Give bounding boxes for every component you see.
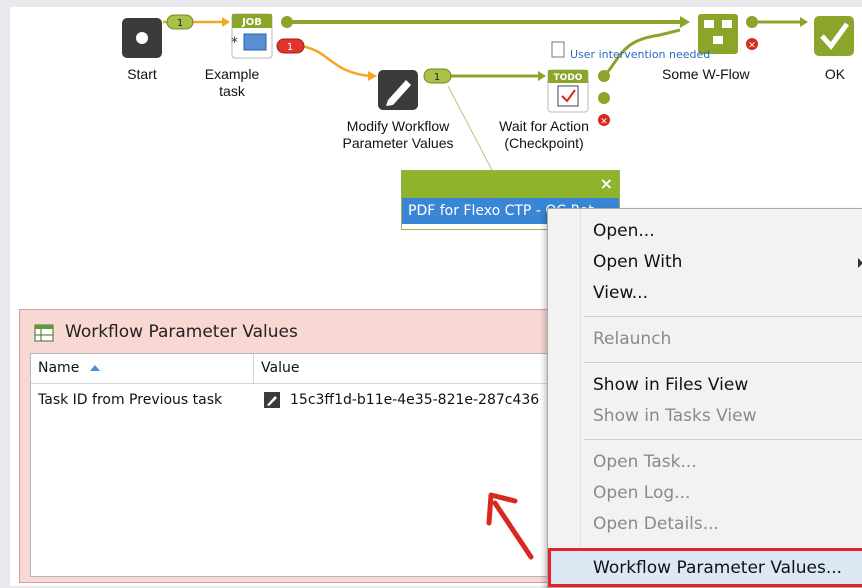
column-header-value[interactable]: Value — [261, 360, 299, 376]
submenu-arrow-icon — [858, 258, 862, 268]
arrowhead-modify-wait — [538, 71, 546, 81]
port-wait-out-2 — [598, 92, 610, 104]
wait-label: Wait for Action (Checkpoint) — [499, 118, 589, 151]
count-job-error: 1 — [287, 42, 293, 53]
asterisk-icon: * — [231, 35, 238, 51]
job-file-icon — [243, 33, 267, 51]
menu-item-show-files-view[interactable]: Show in Files View — [593, 375, 748, 395]
sort-ascending-icon — [90, 365, 100, 371]
arrowhead-wflow-ok — [800, 17, 808, 27]
job-badge: JOB — [241, 17, 262, 28]
checklist-icon — [557, 85, 579, 107]
menu-separator — [584, 316, 862, 317]
popup-close-icon[interactable]: × — [600, 174, 613, 194]
menu-item-open[interactable]: Open... — [593, 221, 655, 241]
grid-header: Name Value — [31, 354, 571, 384]
ok-label: OK — [824, 66, 846, 82]
column-divider[interactable] — [253, 354, 254, 383]
red-pointer-arrow-icon — [486, 492, 534, 560]
context-menu: Open... Open With View... Relaunch Show … — [547, 208, 862, 588]
count-modify-wait: 1 — [434, 72, 440, 83]
menu-gutter — [580, 209, 581, 587]
arrowhead-job-wflow — [680, 16, 690, 28]
edit-value-icon — [264, 392, 280, 408]
menu-item-open-log: Open Log... — [593, 483, 691, 503]
menu-separator — [584, 362, 862, 363]
menu-item-open-details: Open Details... — [593, 514, 719, 534]
count-start-job: 1 — [177, 18, 183, 29]
svg-text:✕: ✕ — [748, 41, 756, 51]
some-wflow-label: Some W-Flow — [662, 66, 750, 82]
todo-badge: TODO — [554, 73, 583, 83]
port-wflow-out — [746, 16, 758, 28]
column-header-name[interactable]: Name — [38, 360, 79, 376]
ok-node-icon — [814, 16, 854, 56]
connector-job-modify — [299, 44, 371, 78]
cell-parameter-name: Task ID from Previous task — [38, 392, 223, 408]
menu-item-relaunch: Relaunch — [593, 329, 672, 349]
example-task-label: Example task — [204, 66, 260, 99]
parameter-table-icon — [34, 324, 54, 342]
arrowhead-job-modify — [368, 71, 377, 81]
document-icon — [551, 41, 565, 58]
menu-separator — [584, 439, 862, 440]
menu-item-open-with[interactable]: Open With — [593, 252, 682, 272]
menu-item-workflow-parameter-values[interactable]: Workflow Parameter Values... — [593, 558, 842, 578]
port-wait-out-1 — [598, 70, 610, 82]
popup-header: × — [402, 171, 619, 198]
cell-parameter-value: 15c3ff1d-b11e-4e35-821e-287c436 — [290, 392, 540, 408]
panel-title: Workflow Parameter Values — [65, 322, 298, 342]
modify-label: Modify Workflow Parameter Values — [342, 118, 454, 151]
menu-item-show-tasks-view: Show in Tasks View — [593, 406, 757, 426]
user-intervention-note: User intervention needed — [570, 48, 711, 61]
arrowhead-start-job — [222, 17, 230, 27]
menu-item-view[interactable]: View... — [593, 283, 648, 303]
menu-item-open-task: Open Task... — [593, 452, 697, 472]
start-label: Start — [127, 66, 157, 82]
port-job-out — [281, 16, 293, 28]
